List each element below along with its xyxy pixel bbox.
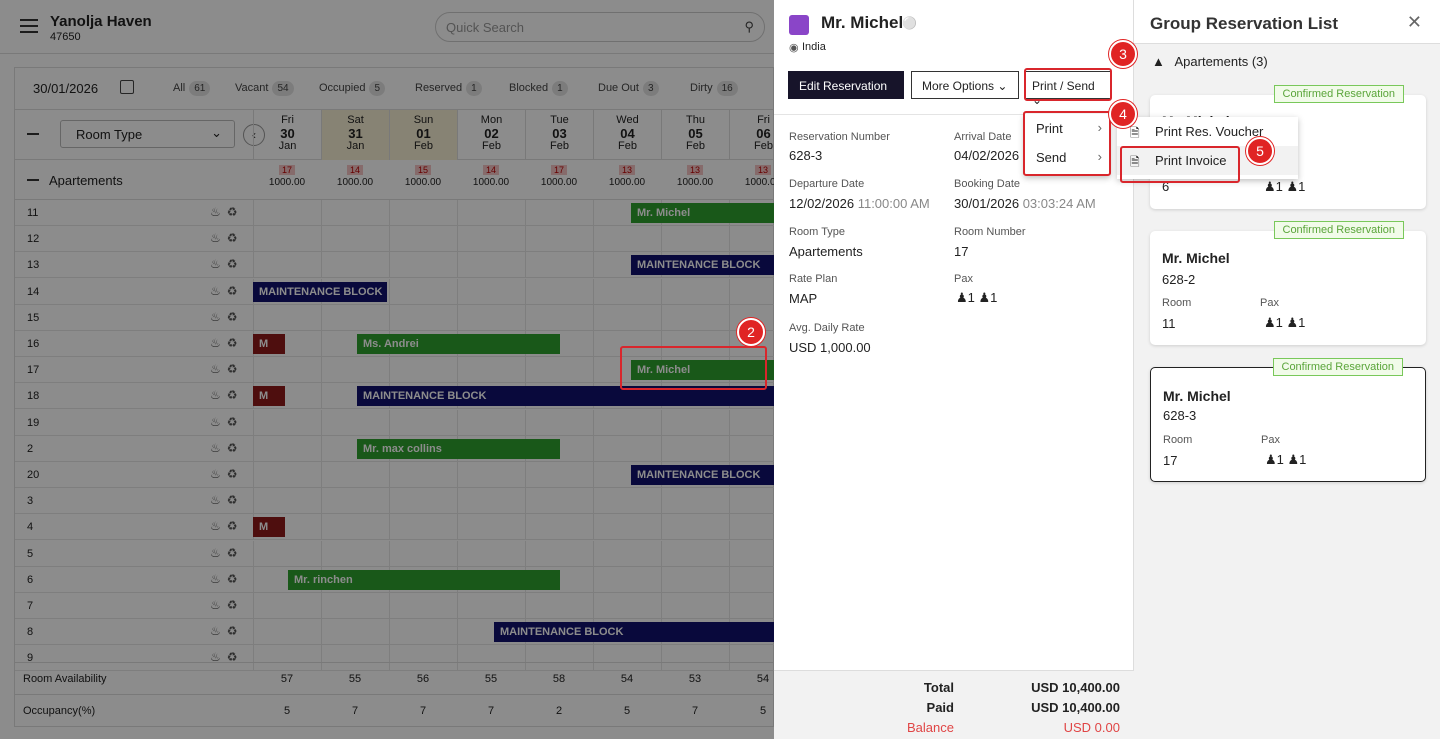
adr-value: USD 1,000.00	[789, 340, 871, 355]
step-highlight-print-menu	[1023, 111, 1111, 176]
step-highlight-print-send	[1024, 68, 1112, 101]
more-options-button[interactable]: More Options ⌄	[911, 71, 1019, 99]
step-badge: 2	[737, 318, 765, 346]
card-pax-label: Pax	[1261, 434, 1280, 446]
card-guest-name: Mr. Michel	[1163, 388, 1231, 404]
card-pax-value: ♟1 ♟1	[1265, 452, 1307, 467]
card-room-value: 17	[1163, 453, 1178, 468]
group-section-toggle[interactable]: ▲ Apartements (3)	[1152, 54, 1268, 69]
group-list-title: Group Reservation List	[1150, 14, 1338, 33]
total-value: USD 10,400.00	[1031, 680, 1120, 695]
room-number-value: 17	[954, 244, 969, 259]
totals-section: Total USD 10,400.00 Paid USD 10,400.00 B…	[774, 670, 1134, 739]
total-label: Total	[923, 680, 954, 695]
balance-label: Balance	[907, 720, 954, 735]
card-room-label: Room	[1162, 297, 1192, 309]
room-type-label: Room Type	[789, 226, 846, 238]
close-icon[interactable]: ✕	[1407, 12, 1422, 33]
card-room-label: Room	[1163, 434, 1193, 446]
card-pax-value: ♟1 ♟1	[1264, 179, 1306, 194]
step-highlight-booking	[620, 346, 767, 390]
rate-plan-value: MAP	[789, 291, 818, 306]
arrival-label: Arrival Date	[954, 131, 1012, 143]
pax-label: Pax	[954, 273, 973, 285]
room-type-value: Apartements	[789, 244, 863, 259]
card-res-number: 628-3	[1163, 408, 1197, 423]
pax-value: ♟1 ♟1	[956, 290, 998, 305]
arrival-value: 04/02/2026	[954, 148, 1020, 163]
guest-name: Mr. Michel	[821, 13, 904, 32]
balance-value: USD 0.00	[1063, 720, 1120, 735]
departure-label: Departure Date	[789, 178, 865, 190]
paid-value: USD 10,400.00	[1031, 700, 1120, 715]
adr-label: Avg. Daily Rate	[789, 322, 865, 334]
chevron-down-icon: ⌄	[997, 79, 1008, 93]
card-pax-value: ♟1 ♟1	[1264, 315, 1306, 330]
res-number-label: Reservation Number	[789, 131, 890, 143]
adult-icon: ♟	[956, 290, 968, 305]
caret-up-icon: ▲	[1152, 54, 1165, 69]
room-number-label: Room Number	[954, 226, 1026, 238]
departure-value: 12/02/2026 11:00:00 AM	[789, 196, 930, 211]
status-badge: Confirmed Reservation	[1273, 221, 1404, 239]
child-icon: ♟	[978, 290, 991, 305]
step-highlight-print-invoice	[1120, 146, 1240, 183]
rate-plan-label: Rate Plan	[789, 273, 838, 285]
document-icon: 🗎	[1130, 126, 1140, 140]
group-reservation-list: Group Reservation List ✕ ▲ Apartements (…	[1134, 0, 1440, 739]
group-card[interactable]: Confirmed Reservation Mr. Michel 628-2 R…	[1150, 221, 1426, 345]
step-badge: 4	[1109, 100, 1137, 128]
status-badge: Confirmed Reservation	[1273, 85, 1404, 103]
edit-reservation-button[interactable]: Edit Reservation	[788, 71, 904, 99]
status-badge: Confirmed Reservation	[1272, 358, 1403, 376]
res-number-value: 628-3	[789, 148, 823, 163]
guest-profile-icon[interactable]: ⚪	[902, 16, 917, 30]
paid-label: Paid	[926, 700, 954, 715]
step-badge: 5	[1246, 137, 1274, 165]
reservation-building-icon	[789, 15, 809, 35]
step-badge: 3	[1109, 40, 1137, 68]
card-guest-name: Mr. Michel	[1162, 250, 1230, 266]
card-room-value: 11	[1162, 316, 1176, 331]
guest-country: India	[802, 41, 826, 53]
card-res-number: 628-2	[1162, 272, 1196, 287]
group-card-selected[interactable]: Confirmed Reservation Mr. Michel 628-3 R…	[1150, 358, 1426, 482]
location-pin-icon: ◉	[789, 42, 799, 54]
booking-label: Booking Date	[954, 178, 1021, 190]
card-pax-label: Pax	[1260, 297, 1279, 309]
booking-value: 30/01/2026 03:03:24 AM	[954, 196, 1096, 211]
